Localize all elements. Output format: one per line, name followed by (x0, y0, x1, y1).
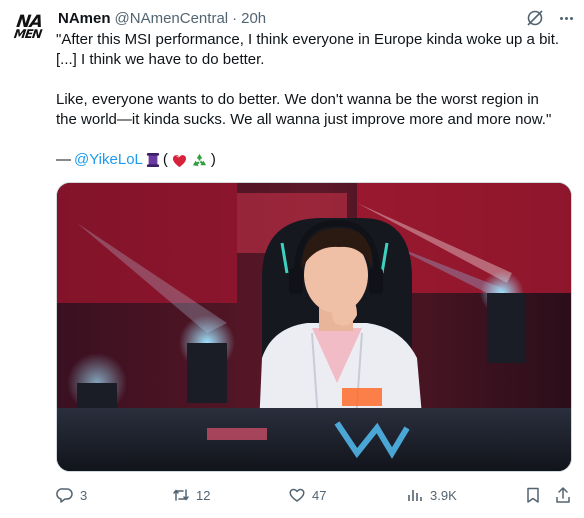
namen-logo: NA MEN (13, 12, 45, 42)
tweet-text: "After this MSI performance, I think eve… (56, 30, 576, 170)
paren-open: ( (162, 151, 168, 168)
reply-button[interactable]: 3 (56, 484, 87, 506)
credit-dash: — (56, 151, 71, 168)
tweet-header: NAmen @NAmenCentral · 20h (58, 8, 266, 28)
separator-dot: · (232, 9, 238, 27)
reply-count: 3 (80, 487, 88, 503)
views-icon (408, 490, 422, 501)
recycle-emoji-icon (191, 152, 208, 169)
timestamp[interactable]: 20h (241, 10, 266, 27)
logo-line2: MEN (13, 27, 43, 42)
photo-player-shushing (57, 183, 571, 471)
tweet-paragraph-1: "After this MSI performance, I think eve… (56, 31, 560, 68)
heart-emoji-icon (171, 152, 188, 169)
share-icon (556, 487, 570, 503)
bookmark-icon (527, 487, 539, 503)
bookmark-button[interactable] (524, 484, 542, 506)
repost-button[interactable]: 12 (172, 484, 210, 506)
repost-icon (173, 489, 189, 501)
mention-link[interactable]: @YikeLoL (74, 150, 143, 170)
reply-icon (56, 488, 73, 503)
tweet-paragraph-2: Like, everyone wants to do better. We do… (56, 91, 552, 128)
like-count: 47 (312, 487, 327, 503)
author-handle[interactable]: @NAmenCentral (115, 10, 229, 27)
view-count: 3.9K (430, 487, 457, 503)
tweet-card[interactable]: NA MEN NAmen @NAmenCentral · 20h "After … (0, 0, 584, 518)
views-button[interactable]: 3.9K (406, 484, 457, 506)
heart-icon (289, 488, 305, 502)
scroll-emoji-icon (146, 152, 160, 168)
share-button[interactable] (554, 484, 572, 506)
repost-count: 12 (196, 487, 211, 503)
tweet-actions: 3 12 47 3.9K (56, 484, 572, 506)
paren-close: ) (210, 151, 216, 168)
tweet-credit: — @YikeLoL () (56, 150, 576, 170)
grok-icon[interactable] (525, 8, 545, 28)
avatar[interactable]: NA MEN (8, 6, 50, 48)
author-name[interactable]: NAmen (58, 10, 111, 27)
like-button[interactable]: 47 (288, 484, 326, 506)
tweet-photo[interactable] (56, 182, 572, 472)
more-options-icon[interactable] (556, 8, 576, 28)
